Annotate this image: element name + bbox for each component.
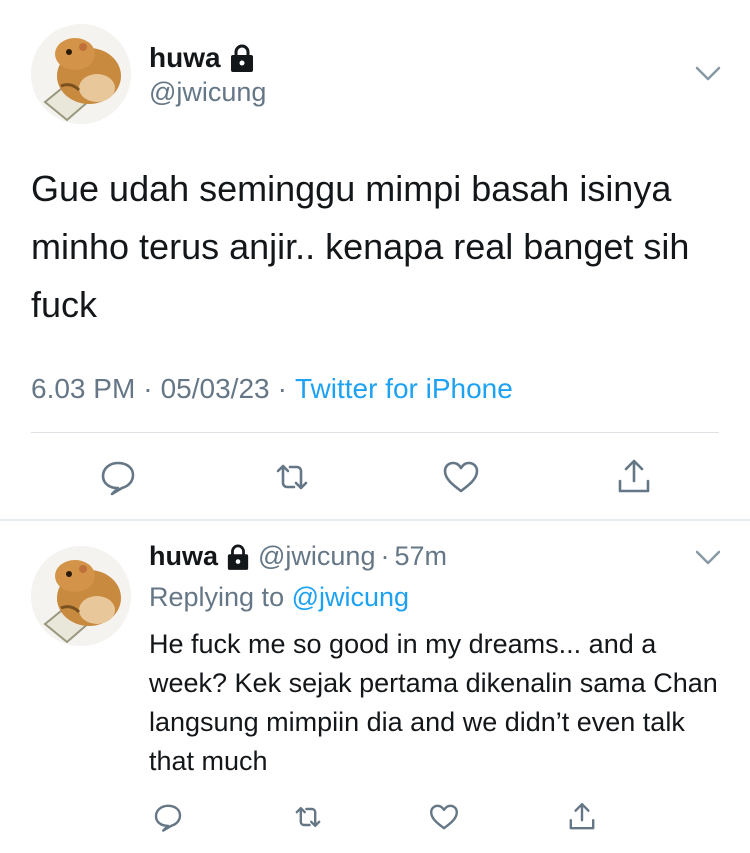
separator-dot: · xyxy=(143,373,153,404)
replying-to: Replying to @jwicung xyxy=(149,582,409,613)
divider xyxy=(0,519,750,521)
handle[interactable]: @jwicung xyxy=(258,541,375,572)
tweet-source-link[interactable]: Twitter for iPhone xyxy=(295,373,513,405)
tweet-time: 57m xyxy=(394,541,447,571)
separator-dot: · xyxy=(277,373,287,404)
share-icon[interactable] xyxy=(566,801,598,833)
lock-icon xyxy=(229,43,255,73)
retweet-icon[interactable] xyxy=(292,801,324,833)
display-name[interactable]: huwa xyxy=(149,42,221,74)
reply-header: huwa @jwicung · 57m xyxy=(149,541,447,572)
reply-icon[interactable] xyxy=(152,801,184,833)
avatar[interactable] xyxy=(31,24,131,124)
display-name[interactable]: huwa xyxy=(149,541,218,572)
replying-label: Replying to xyxy=(149,582,285,612)
tweet-meta: 6.03 PM · 05/03/23 · Twitter for iPhone xyxy=(31,373,513,405)
chevron-down-icon[interactable] xyxy=(695,66,721,82)
handle[interactable]: @jwicung xyxy=(149,77,266,108)
tweet-date: 05/03/23 xyxy=(160,373,270,404)
avatar[interactable] xyxy=(31,546,131,646)
lock-icon xyxy=(226,543,250,571)
reply-icon[interactable] xyxy=(98,457,138,497)
chevron-down-icon[interactable] xyxy=(695,550,721,566)
share-icon[interactable] xyxy=(614,457,654,497)
retweet-icon[interactable] xyxy=(272,457,312,497)
mention-link[interactable]: @jwicung xyxy=(292,582,409,612)
divider xyxy=(31,432,719,433)
tweet-text: Gue udah seminggu mimpi basah isinya min… xyxy=(31,168,700,325)
tweet-text: He fuck me so good in my dreams... and a… xyxy=(149,629,718,776)
like-icon[interactable] xyxy=(428,801,460,833)
like-icon[interactable] xyxy=(441,457,481,497)
separator-dot: · xyxy=(380,541,390,571)
tweet-time: 6.03 PM xyxy=(31,373,136,404)
